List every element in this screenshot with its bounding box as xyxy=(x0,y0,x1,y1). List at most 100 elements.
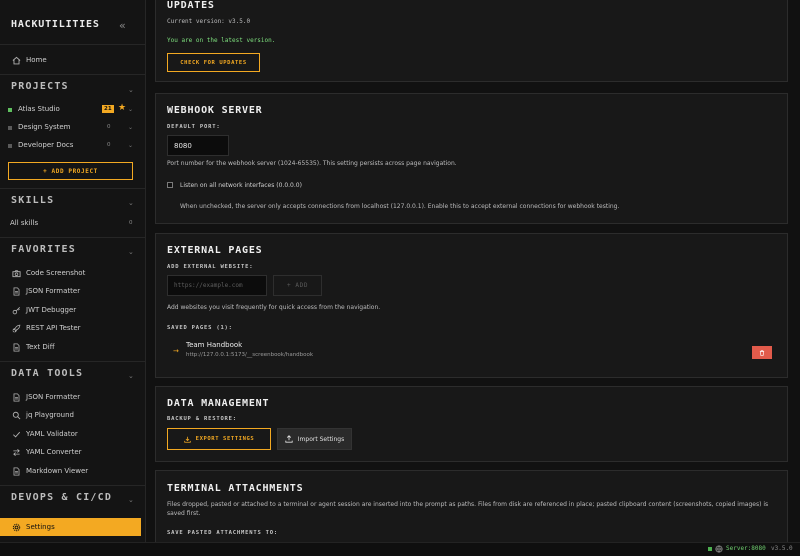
sidebar-item-jwt-debugger[interactable]: JWT Debugger xyxy=(0,302,146,318)
section-favorites[interactable]: FAVORITES xyxy=(11,244,76,255)
key-icon xyxy=(8,306,24,315)
status-bar: Server:8080 v3.5.0 xyxy=(0,542,800,556)
divider xyxy=(0,485,146,486)
document-icon xyxy=(8,342,24,352)
sidebar-item-label: JSON Formatter xyxy=(26,393,81,401)
project-item-developer-docs[interactable]: Developer Docs 0 ⌄ xyxy=(0,139,146,153)
list-item[interactable]: → Team Handbook http://127.0.0.1:5173/__… xyxy=(167,338,772,364)
divider xyxy=(0,361,146,362)
sidebar-item-yaml-validator[interactable]: YAML Validator xyxy=(0,426,146,442)
save-attachments-label: SAVE PASTED ATTACHMENTS TO: xyxy=(167,530,279,536)
sidebar-item-yaml-converter[interactable]: YAML Converter xyxy=(0,444,146,460)
add-page-button[interactable]: + ADD xyxy=(273,275,322,296)
listen-all-checkbox[interactable] xyxy=(167,182,173,188)
webhook-server-card: WEBHOOK SERVER DEFAULT PORT: 8080 Port n… xyxy=(155,93,788,224)
app-title: HACKUTILITIES xyxy=(11,19,100,30)
sidebar-item-label: YAML Validator xyxy=(26,430,78,438)
server-status[interactable]: Server:8080 xyxy=(726,545,766,552)
sidebar-item-rest-api-tester[interactable]: REST API Tester xyxy=(0,320,146,336)
card-title: UPDATES xyxy=(167,0,215,11)
sidebar-item-settings[interactable]: Settings xyxy=(0,518,141,536)
port-input[interactable]: 8080 xyxy=(167,135,229,156)
update-status: You are on the latest version. xyxy=(167,37,276,44)
sidebar-item-label: Markdown Viewer xyxy=(26,467,89,475)
chevron-down-icon[interactable]: ⌄ xyxy=(128,248,134,256)
project-count: 0 xyxy=(107,142,111,148)
sidebar-item-label: All skills xyxy=(10,219,39,227)
section-projects[interactable]: PROJECTS xyxy=(11,81,69,92)
section-devops[interactable]: DEVOPS & CI/CD xyxy=(11,492,112,503)
double-chevron-left-icon[interactable]: « xyxy=(119,19,126,32)
export-settings-button[interactable]: EXPORT SETTINGS xyxy=(167,428,271,450)
terminal-description: Files dropped, pasted or attached to a t… xyxy=(167,501,769,517)
rocket-icon xyxy=(8,324,24,333)
saved-page-name: Team Handbook xyxy=(186,341,243,349)
sidebar-item-label: Settings xyxy=(26,523,55,531)
sidebar-item-json-formatter[interactable]: JSON Formatter xyxy=(0,283,146,299)
chevron-down-icon[interactable]: ⌄ xyxy=(128,106,133,113)
delete-page-button[interactable] xyxy=(752,346,772,359)
trash-icon xyxy=(759,349,765,356)
section-data-tools[interactable]: DATA TOOLS xyxy=(11,368,83,379)
document-icon xyxy=(8,466,24,476)
settings-content: UPDATES Current version: v3.5.0 You are … xyxy=(147,0,800,542)
camera-icon xyxy=(8,269,24,278)
chevron-down-icon[interactable]: ⌄ xyxy=(128,142,133,149)
sidebar: HACKUTILITIES « Home PROJECTS ⌄ Atlas St… xyxy=(0,0,146,542)
import-settings-button[interactable]: Import Settings xyxy=(277,428,352,450)
card-title: EXTERNAL PAGES xyxy=(167,245,263,256)
check-updates-button[interactable]: CHECK FOR UPDATES xyxy=(167,53,260,72)
sidebar-item-label: YAML Converter xyxy=(26,448,82,456)
external-pages-card: EXTERNAL PAGES ADD EXTERNAL WEBSITE: htt… xyxy=(155,233,788,378)
external-help: Add websites you visit frequently for qu… xyxy=(167,304,381,311)
sidebar-item-jq-playground[interactable]: jq Playground xyxy=(0,407,146,423)
globe-icon xyxy=(715,545,723,553)
sidebar-item-json-formatter[interactable]: JSON Formatter xyxy=(0,389,146,405)
arrow-right-icon: → xyxy=(173,347,179,355)
section-skills[interactable]: SKILLS xyxy=(11,195,54,206)
card-title: DATA MANAGEMENT xyxy=(167,398,270,409)
project-badge: 21 xyxy=(102,105,114,113)
sidebar-item-markdown-viewer[interactable]: Markdown Viewer xyxy=(0,463,146,479)
sidebar-item-code-screenshot[interactable]: Code Screenshot xyxy=(0,265,146,281)
project-item-atlas-studio[interactable]: Atlas Studio 21 ★ ⌄ xyxy=(0,103,146,117)
export-label: EXPORT SETTINGS xyxy=(195,436,255,442)
star-icon[interactable]: ★ xyxy=(118,103,126,113)
sidebar-item-label: Code Screenshot xyxy=(26,269,86,277)
chevron-down-icon[interactable]: ⌄ xyxy=(128,124,133,131)
port-help: Port number for the webhook server (1024… xyxy=(167,160,457,167)
project-item-design-system[interactable]: Design System 0 ⌄ xyxy=(0,121,146,135)
saved-pages-label: SAVED PAGES (1): xyxy=(167,325,233,331)
gear-icon xyxy=(8,523,24,532)
add-website-label: ADD EXTERNAL WEBSITE: xyxy=(167,264,254,270)
sidebar-item-all-skills[interactable]: All skills 0 xyxy=(0,215,146,231)
chevron-down-icon[interactable]: ⌄ xyxy=(128,86,134,94)
skills-count: 0 xyxy=(129,220,133,226)
home-icon xyxy=(8,56,24,65)
document-icon xyxy=(8,392,24,402)
url-input[interactable]: https://example.com xyxy=(167,275,267,296)
sidebar-item-label: JWT Debugger xyxy=(26,306,77,314)
terminal-attachments-card: TERMINAL ATTACHMENTS Files dropped, past… xyxy=(155,470,788,542)
sidebar-item-label: jq Playground xyxy=(26,411,74,419)
import-label: Import Settings xyxy=(297,435,345,443)
backup-label: BACKUP & RESTORE: xyxy=(167,416,237,422)
chevron-down-icon[interactable]: ⌄ xyxy=(128,496,134,504)
card-title: WEBHOOK SERVER xyxy=(167,105,263,116)
app-version: v3.5.0 xyxy=(771,545,793,552)
project-name: Developer Docs xyxy=(18,141,74,149)
check-icon xyxy=(8,430,24,439)
search-icon xyxy=(8,411,24,420)
add-project-button[interactable]: + ADD PROJECT xyxy=(8,162,133,180)
divider xyxy=(0,74,146,75)
project-count: 0 xyxy=(107,124,111,130)
chevron-down-icon[interactable]: ⌄ xyxy=(128,199,134,207)
chevron-down-icon[interactable]: ⌄ xyxy=(128,372,134,380)
current-version: Current version: v3.5.0 xyxy=(167,18,251,25)
sidebar-item-text-diff[interactable]: Text Diff xyxy=(0,339,146,355)
swap-icon xyxy=(8,448,24,457)
sidebar-item-label: JSON Formatter xyxy=(26,287,81,295)
project-name: Design System xyxy=(18,123,71,131)
data-management-card: DATA MANAGEMENT BACKUP & RESTORE: EXPORT… xyxy=(155,386,788,462)
sidebar-item-home[interactable]: Home xyxy=(0,52,146,68)
